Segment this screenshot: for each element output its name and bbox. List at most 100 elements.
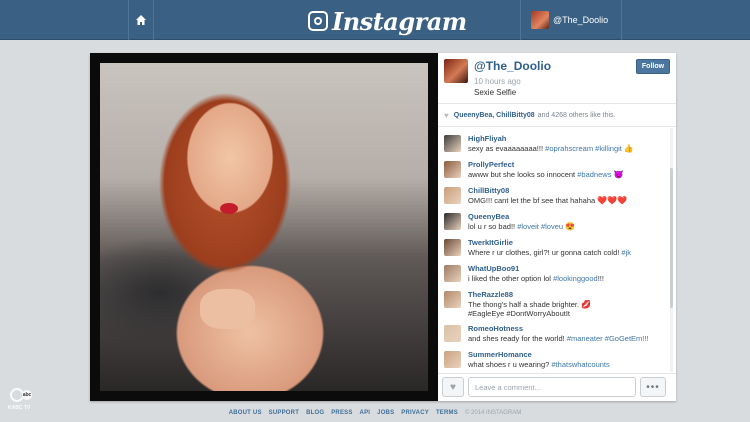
- comments-list[interactable]: HighFliyah sexy as evaaaaaaaa!!! #oprahsc…: [438, 128, 676, 372]
- commenter-avatar[interactable]: [444, 325, 461, 342]
- comment-body: i liked the other option lol: [468, 274, 551, 283]
- comment-text: sexy as evaaaaaaaa!!! #oprahscream #kill…: [468, 144, 634, 153]
- likes-summary: ♥ QueenyBea, ChillBitty08 and 4268 other…: [444, 109, 670, 121]
- comment-text: i liked the other option lol #lookinggoo…: [468, 274, 604, 283]
- more-options-button[interactable]: •••: [640, 377, 666, 397]
- comment-body: what shoes r u wearing?: [468, 360, 550, 369]
- comment-item: QueenyBea lol u r so bad!! #loveit #loveu…: [444, 210, 670, 236]
- comment-composer: ♥ Leave a comment... •••: [438, 373, 676, 401]
- post-details-panel: @The_Doolio 10 hours ago Sexie Selfie Fo…: [438, 53, 676, 401]
- divider: [438, 103, 676, 104]
- follow-button[interactable]: Follow: [636, 59, 670, 74]
- emoji-icon: 💋: [581, 300, 592, 309]
- commenter-avatar[interactable]: [444, 351, 461, 368]
- comment-item: TwerkItGirlie Where r ur clothes, girl?! …: [444, 236, 670, 262]
- commenter-username-link[interactable]: TwerkItGirlie: [468, 238, 513, 247]
- owner-username-link[interactable]: @The_Doolio: [474, 59, 551, 73]
- comment-text: awww but she looks so innocent #badnews 😈: [468, 170, 623, 179]
- commenter-username-link[interactable]: RomeoHotness: [468, 324, 523, 333]
- commenter-avatar[interactable]: [444, 291, 461, 308]
- comment-body: awww but she looks so innocent: [468, 170, 576, 179]
- camera-icon: [308, 11, 328, 31]
- comment-input[interactable]: Leave a comment...: [468, 377, 636, 397]
- owner-avatar[interactable]: [444, 59, 468, 83]
- home-button[interactable]: [128, 0, 154, 40]
- footer-link[interactable]: JOBS: [377, 410, 394, 416]
- footer-link[interactable]: BLOG: [306, 410, 324, 416]
- commenter-avatar[interactable]: [444, 135, 461, 152]
- brand-wordmark: Instagram: [332, 6, 467, 36]
- comment-item: RomeoHotness and shes ready for the world…: [444, 322, 670, 348]
- comment-text: and shes ready for the world! #maneater …: [468, 334, 649, 343]
- tv-station-watermark: abc KABC TV: [8, 388, 38, 414]
- footer-link[interactable]: PRESS: [331, 410, 352, 416]
- hashtag-link[interactable]: #badnews: [577, 170, 611, 179]
- hashtag-link[interactable]: #thatswhatcounts: [551, 360, 609, 369]
- copyright-text: © 2014 INSTAGRAM: [464, 410, 522, 416]
- comment-text: Where r ur clothes, girl?! ur gonna catc…: [468, 248, 631, 257]
- comment-text: lol u r so bad!! #loveit #loveu 😍: [468, 222, 575, 231]
- commenter-username-link[interactable]: QueenyBea: [468, 212, 509, 221]
- scrollbar-thumb[interactable]: [670, 168, 673, 308]
- comment-body: lol u r so bad!!: [468, 222, 516, 231]
- heart-icon: ♥: [444, 110, 449, 120]
- comment-text: what shoes r u wearing? #thatswhatcounts: [468, 360, 610, 369]
- comment-item: WhatUpBoo91 i liked the other option lol …: [444, 262, 670, 288]
- post-caption: Sexie Selfie: [474, 88, 517, 97]
- comment-text: The thong's half a shade brighter. 💋: [468, 300, 591, 309]
- footer-link[interactable]: ABOUT US: [229, 410, 262, 416]
- post-photo[interactable]: [100, 63, 428, 391]
- like-button[interactable]: ♥: [442, 377, 464, 397]
- comment-item: TheRazzle88 The thong's half a shade brig…: [444, 288, 670, 318]
- current-user-menu[interactable]: @The_Doolio: [520, 0, 622, 40]
- photo-detail: [220, 203, 238, 214]
- commenter-username-link[interactable]: HighFliyah: [468, 134, 506, 143]
- divider: [438, 126, 676, 127]
- watermark-text: KABC TV: [8, 405, 31, 411]
- footer-link[interactable]: API: [360, 410, 371, 416]
- commenter-avatar[interactable]: [444, 265, 461, 282]
- comment-item: ChillBitty08 OMG!!! cant let the bf see t…: [444, 184, 670, 210]
- hashtag-link[interactable]: #EagleEye #DontWorryAboutIt: [468, 309, 570, 318]
- commenter-username-link[interactable]: SummerHomance: [468, 350, 532, 359]
- footer-link[interactable]: TERMS: [436, 410, 458, 416]
- emoji-icon: 😍: [565, 222, 576, 231]
- hashtag-link[interactable]: #oprahscream #killingit: [545, 144, 622, 153]
- heart-icon: ♥: [450, 381, 456, 393]
- commenter-username-link[interactable]: TheRazzle88: [468, 290, 513, 299]
- comments-scrollbar[interactable]: [670, 128, 673, 372]
- current-username: @The_Doolio: [553, 15, 609, 25]
- footer-link[interactable]: PRIVACY: [401, 410, 429, 416]
- likes-count-text: and 4268 others like this.: [537, 111, 616, 119]
- comment-item: HighFliyah sexy as evaaaaaaaa!!! #oprahsc…: [444, 132, 670, 158]
- home-icon: [136, 15, 146, 25]
- hashtag-link[interactable]: #maneater #GoGetEm!!!: [567, 334, 649, 343]
- comment-body: sexy as evaaaaaaaa!!!: [468, 144, 544, 153]
- watermark-badge: abc: [22, 390, 32, 400]
- hashtag-link[interactable]: #jk: [621, 248, 631, 257]
- comment-body: The thong's half a shade brighter.: [468, 300, 580, 309]
- comment-body: and shes ready for the world!: [468, 334, 565, 343]
- commenter-avatar[interactable]: [444, 213, 461, 230]
- hashtag-link[interactable]: #loveit #loveu: [517, 222, 563, 231]
- likers-links[interactable]: QueenyBea, ChillBitty08: [454, 112, 535, 119]
- footer-link[interactable]: SUPPORT: [269, 410, 299, 416]
- commenter-avatar[interactable]: [444, 161, 461, 178]
- top-navigation-bar: Instagram @The_Doolio: [0, 0, 750, 40]
- hashtag-link[interactable]: #lookinggood: [553, 274, 598, 283]
- footer: ABOUT US SUPPORT BLOG PRESS API JOBS PRIVACY TE…: [0, 408, 750, 418]
- comment-body: Where r ur clothes, girl?! ur gonna catc…: [468, 248, 620, 257]
- commenter-avatar[interactable]: [444, 187, 461, 204]
- comment-body: OMG!!! cant let the bf see that hahaha: [468, 196, 596, 205]
- post-card: @The_Doolio 10 hours ago Sexie Selfie Fo…: [90, 53, 676, 401]
- emoji-icon: 😈: [613, 170, 624, 179]
- commenter-avatar[interactable]: [444, 239, 461, 256]
- commenter-username-link[interactable]: ChillBitty08: [468, 186, 509, 195]
- commenter-username-link[interactable]: ProllyPerfect: [468, 160, 514, 169]
- photo-detail: [200, 289, 255, 329]
- post-owner-header: @The_Doolio 10 hours ago Sexie Selfie Fo…: [444, 59, 670, 101]
- comment-item: SummerHomance what shoes r u wearing? #th…: [444, 348, 670, 372]
- emoji-icon: 👍: [623, 144, 634, 153]
- instagram-logo[interactable]: Instagram: [308, 6, 467, 36]
- commenter-username-link[interactable]: WhatUpBoo91: [468, 264, 519, 273]
